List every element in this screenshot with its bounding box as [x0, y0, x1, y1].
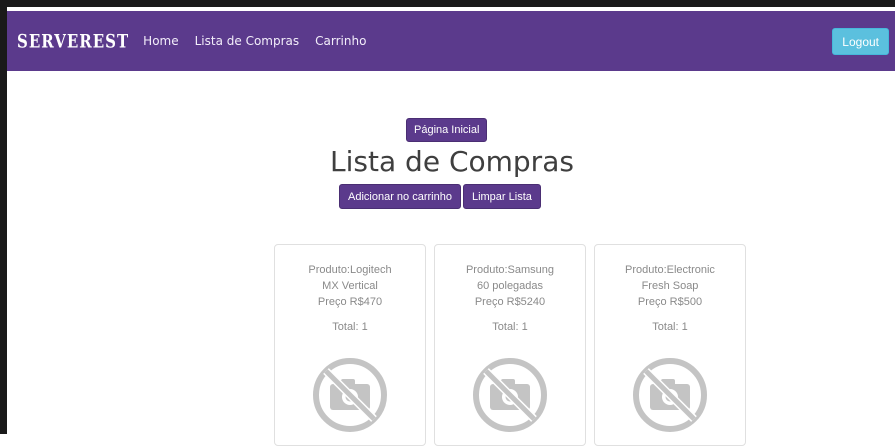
- window-left-border: [0, 0, 7, 434]
- no-camera-icon: [473, 358, 547, 432]
- nav-home-link[interactable]: Home: [143, 34, 178, 48]
- nav-cart-link[interactable]: Carrinho: [315, 34, 366, 48]
- window-top-border: [0, 0, 895, 7]
- home-page-button[interactable]: Página Inicial: [406, 118, 488, 142]
- product-total: Total: 1: [332, 321, 368, 333]
- product-price: Preço R$5240: [474, 296, 546, 308]
- product-model: 60 polegadas: [476, 280, 544, 292]
- brand-logo[interactable]: SERVEREST: [17, 30, 129, 53]
- navbar: SERVEREST Home Lista de Compras Carrinho…: [7, 11, 895, 71]
- add-to-cart-button[interactable]: Adicionar no carrinho: [339, 184, 461, 209]
- product-total: Total: 1: [492, 321, 528, 333]
- clear-list-button[interactable]: Limpar Lista: [462, 184, 541, 209]
- product-card: Produto:Logitech MX Vertical Preço R$470…: [274, 244, 426, 446]
- product-info: Produto:Electronic Fresh Soap Preço R$50…: [595, 262, 745, 310]
- product-price: Preço R$470: [317, 296, 383, 308]
- product-info: Produto:Samsung 60 polegadas Preço R$524…: [435, 262, 585, 310]
- no-camera-icon: [313, 358, 387, 432]
- no-camera-icon: [633, 358, 707, 432]
- product-card: Produto:Electronic Fresh Soap Preço R$50…: [594, 244, 746, 446]
- product-name: Produto:Logitech: [308, 264, 392, 276]
- product-cards: Produto:Logitech MX Vertical Preço R$470…: [274, 244, 746, 446]
- list-actions: Adicionar no carrinho Limpar Lista: [339, 184, 541, 209]
- product-price: Preço R$500: [637, 296, 703, 308]
- product-name: Produto:Electronic: [625, 264, 715, 276]
- product-total: Total: 1: [652, 321, 688, 333]
- product-name: Produto:Samsung: [465, 264, 555, 276]
- main-content: Página Inicial Lista de Compras Adiciona…: [7, 71, 895, 446]
- page-title: Lista de Compras: [330, 145, 574, 178]
- logout-button[interactable]: Logout: [832, 28, 889, 55]
- product-card: Produto:Samsung 60 polegadas Preço R$524…: [434, 244, 586, 446]
- product-info: Produto:Logitech MX Vertical Preço R$470: [275, 262, 425, 310]
- product-model: MX Vertical: [322, 280, 378, 292]
- product-model: Fresh Soap: [641, 280, 699, 292]
- nav-shopping-list-link[interactable]: Lista de Compras: [195, 34, 300, 48]
